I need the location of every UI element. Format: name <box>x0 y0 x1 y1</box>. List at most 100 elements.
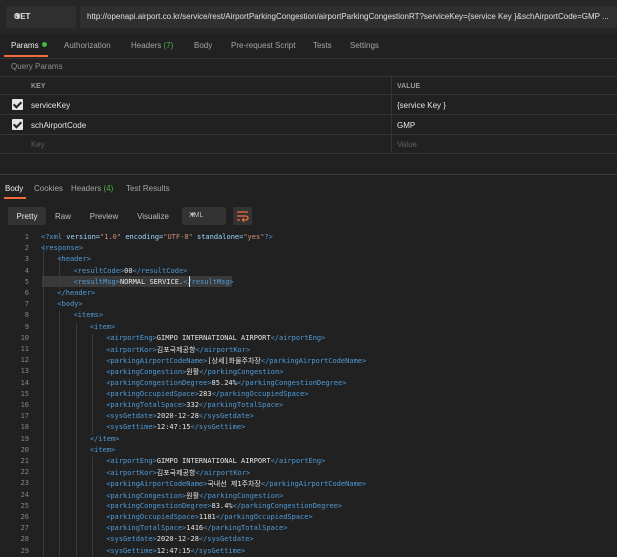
new-key-input[interactable]: Key <box>31 140 45 149</box>
code-token: 00 <box>124 266 133 275</box>
code-token: <parkingCongestion> <box>106 368 187 377</box>
tab-settings[interactable]: Settings <box>350 41 379 50</box>
line-number: 6 <box>24 289 29 297</box>
code-token: 332 <box>186 401 199 409</box>
tab-response-body[interactable]: Body <box>5 184 23 193</box>
param-key[interactable]: serviceKey <box>31 101 70 110</box>
code-token: 김포국제공항 <box>156 346 196 354</box>
new-value-input[interactable]: Value <box>397 140 417 149</box>
value-column-header: VALUE <box>392 77 617 94</box>
param-checkbox[interactable] <box>12 119 23 130</box>
line-content: <airportEng>GIMPO INTERNATIONAL AIRPORT<… <box>106 457 325 465</box>
raw-button[interactable]: Raw <box>49 207 77 225</box>
url-input[interactable]: http://openapi.airport.co.kr/service/res… <box>80 6 617 28</box>
code-token: </parkingCongestion> <box>199 368 284 377</box>
line-number: 1 <box>24 233 29 241</box>
code-line: 1 <?xml version="1.0" encoding="UTF-8" st… <box>0 233 617 244</box>
line-number: 20 <box>20 445 29 454</box>
line-number: 10 <box>20 333 29 342</box>
param-value[interactable]: {service Key } <box>397 101 446 110</box>
line-content: <item> <box>90 323 115 331</box>
tab-params[interactable]: Params <box>11 41 47 50</box>
code-token: NORMAL SERVICE. <box>119 277 184 286</box>
language-select[interactable]: XML ▼ <box>182 207 226 225</box>
code-token: </sysGetdate> <box>198 412 254 421</box>
tab-pre-request-script-label: Pre-request Script <box>231 41 296 50</box>
line-content: <parkingCongestionDegree>85.24%</parking… <box>106 379 346 387</box>
code-token: 2020-12-28 <box>156 412 199 421</box>
code-token: </resultCode> <box>132 266 188 275</box>
code-token: </parkingTotalSpace> <box>198 401 284 409</box>
line-content: <airportKor>김포국제공항</airportKor> <box>106 468 250 478</box>
params-header-row: KEY VALUE <box>0 76 617 95</box>
code-token: <sysGetdate> <box>106 535 157 544</box>
pretty-button[interactable]: Pretty <box>8 207 46 225</box>
param-row: schAirportCode GMP <box>0 115 617 135</box>
tab-test-results[interactable]: Test Results <box>126 184 170 193</box>
preview-button[interactable]: Preview <box>83 207 125 225</box>
code-line: 23 <parkingAirportCodeName>국내선 제1주차장</par… <box>0 479 617 490</box>
tab-authorization[interactable]: Authorization <box>64 41 111 50</box>
tab-pre-request-script[interactable]: Pre-request Script <box>231 41 295 50</box>
line-number: 14 <box>20 378 29 387</box>
code-line: 13 <parkingCongestion>원활</parkingCongesti… <box>0 367 617 378</box>
code-token: <airportEng> <box>106 457 157 465</box>
code-line: 15 <parkingOccupiedSpace>283</parkingOccu… <box>0 390 617 401</box>
line-number: 2 <box>24 244 29 253</box>
code-token: <header> <box>57 255 92 264</box>
tab-settings-label: Settings <box>350 41 379 50</box>
code-token: <sysGetdate> <box>106 412 157 421</box>
code-token: <parkingAirportCodeName> <box>106 357 208 366</box>
response-code-view[interactable]: 1 <?xml version="1.0" encoding="UTF-8" st… <box>0 231 617 557</box>
tab-response-headers-count: (4) <box>103 184 114 193</box>
code-line: 9 <item> <box>0 323 617 334</box>
pane-divider[interactable] <box>0 174 617 175</box>
param-key[interactable]: schAirportCode <box>31 121 86 130</box>
tab-response-headers[interactable]: Headers (4) <box>71 184 113 193</box>
line-content: <sysGetdate>2020-12-28</sysGetdate> <box>106 535 254 543</box>
code-token: <airportKor> <box>106 346 157 354</box>
tab-body[interactable]: Body <box>194 41 212 50</box>
line-content: <items> <box>74 311 104 319</box>
code-token: standalone= <box>196 233 244 241</box>
tab-cookies-label: Cookies <box>34 184 63 193</box>
line-number: 24 <box>20 490 29 499</box>
line-number: 29 <box>20 546 29 555</box>
param-checkbox[interactable] <box>12 99 23 110</box>
code-token: <airportKor> <box>106 469 157 478</box>
param-value[interactable]: GMP <box>397 121 415 130</box>
line-number: 5 <box>24 277 29 286</box>
chevron-down-icon: ▼ <box>189 212 196 219</box>
code-token: 원활 <box>186 491 200 500</box>
code-token: <response> <box>41 244 84 253</box>
code-token: <sysGettime> <box>106 423 157 432</box>
method-select[interactable]: GET ▼ <box>6 6 76 28</box>
code-token: </parkingCongestion> <box>199 491 284 500</box>
code-token: ?> <box>264 233 273 241</box>
code-token: <parkingOccupiedSpace> <box>106 513 199 521</box>
visualize-button[interactable]: Visualize <box>131 207 175 225</box>
tab-cookies[interactable]: Cookies <box>34 184 63 193</box>
line-content: <resultCode>00</resultCode> <box>74 267 188 275</box>
code-token: </resultMsg> <box>183 277 234 286</box>
code-token: <item> <box>89 445 116 454</box>
line-content: <parkingCongestionDegree>83.4%</parkingC… <box>106 502 342 510</box>
tab-tests-label: Tests <box>313 41 332 50</box>
code-line: 14 <parkingCongestionDegree>85.24%</parki… <box>0 379 617 390</box>
tab-test-results-label: Test Results <box>126 184 170 193</box>
active-tab-indicator <box>4 197 26 199</box>
chevron-down-icon: ▼ <box>14 12 22 21</box>
tab-headers[interactable]: Headers (7) <box>131 41 173 50</box>
request-tabs: Params Authorization Headers (7) Body Pr… <box>0 34 617 58</box>
code-line: 17 <sysGetdate>2020-12-28</sysGetdate> <box>0 412 617 423</box>
line-number: 22 <box>20 468 29 477</box>
line-number: 19 <box>20 434 29 443</box>
code-token: <parkingCongestionDegree> <box>106 378 212 387</box>
code-token: </parkingTotalSpace> <box>203 524 288 533</box>
code-line: 8 <items> <box>0 311 617 322</box>
wrap-lines-button[interactable] <box>233 207 252 225</box>
line-number: 3 <box>24 255 29 264</box>
key-column-header: KEY <box>0 77 392 94</box>
tab-tests[interactable]: Tests <box>313 41 332 50</box>
line-content: <?xml version="1.0" encoding="UTF-8" sta… <box>41 233 273 241</box>
